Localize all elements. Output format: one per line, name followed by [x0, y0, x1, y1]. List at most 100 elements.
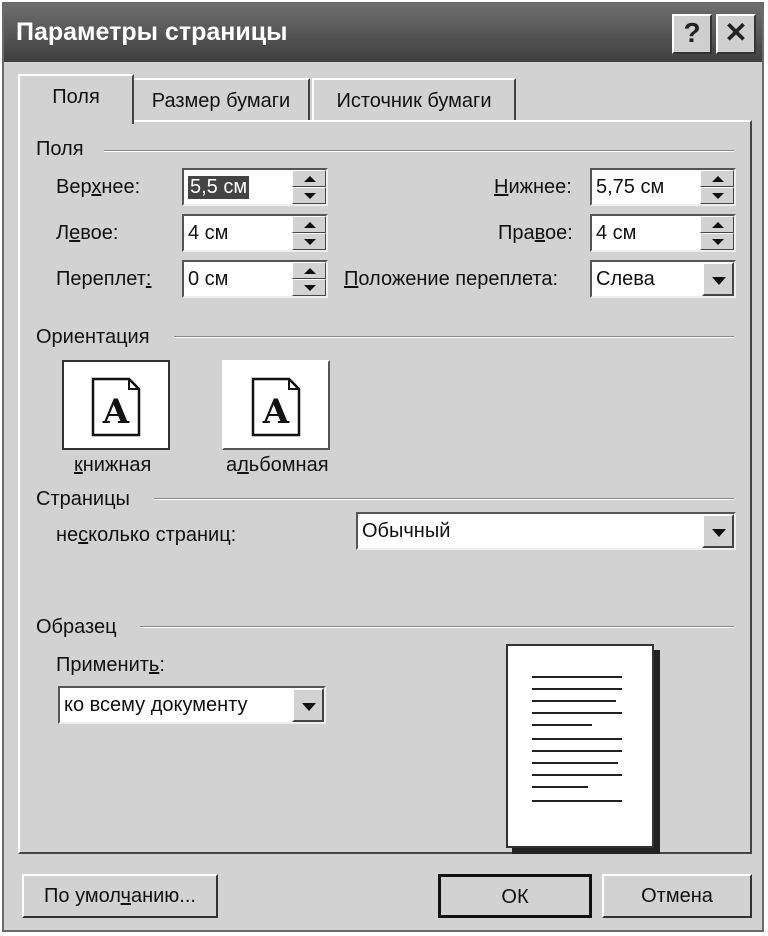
label-accel: в: [534, 222, 546, 244]
preview-line: [532, 688, 622, 690]
label-part: нижная: [82, 454, 152, 476]
label-accel: к: [74, 454, 83, 476]
portrait-option[interactable]: A: [62, 360, 170, 450]
top-margin-spinner[interactable]: 5,5 см: [182, 168, 328, 206]
preview-line: [532, 712, 622, 714]
pages-divider: [154, 498, 734, 500]
close-icon: ✕: [724, 17, 748, 48]
top-margin-value: 5,5 см: [188, 176, 250, 199]
landscape-option[interactable]: A: [222, 360, 330, 450]
spin-down-icon[interactable]: [292, 279, 326, 296]
label-part: колько страниц:: [88, 524, 237, 546]
label-accel: е: [69, 222, 81, 244]
label-part: нее:: [101, 176, 141, 198]
margins-group-label: Поля: [36, 138, 92, 161]
spin-up-icon[interactable]: [292, 216, 326, 233]
title-bar[interactable]: Параметры страницы ? ✕: [4, 4, 762, 62]
pages-group-label: Страницы: [36, 488, 138, 511]
tab-paper-size-label: Размер бумаги: [151, 90, 291, 112]
spin-down-icon[interactable]: [700, 233, 734, 250]
spin-down-icon[interactable]: [292, 233, 326, 250]
spin-up-icon[interactable]: [292, 262, 326, 279]
preview-line: [532, 786, 588, 788]
label-accel: П: [344, 268, 359, 290]
label-part: Применит: [56, 654, 149, 676]
left-margin-spinner[interactable]: 4 см: [182, 214, 328, 252]
top-margin-label: Верхнее:: [56, 176, 140, 199]
landscape-label: альбомная: [226, 454, 329, 477]
label-part: Пра: [498, 222, 535, 244]
tab-paper-source[interactable]: Источник бумаги: [312, 78, 516, 122]
left-margin-label: Левое:: [56, 222, 118, 245]
spin-up-icon[interactable]: [700, 170, 734, 187]
ok-button[interactable]: ОК: [438, 874, 592, 918]
portrait-page-icon: A: [91, 377, 141, 437]
label-part: Переплет: [56, 268, 146, 290]
right-margin-spin[interactable]: [700, 216, 734, 250]
gutter-spinner[interactable]: 0 см: [182, 260, 328, 298]
sample-group-label: Образец: [36, 616, 125, 639]
label-part: не: [56, 524, 79, 546]
tab-margins[interactable]: Поля: [18, 74, 134, 124]
chevron-down-icon[interactable]: [292, 688, 324, 722]
label-accel: л: [237, 454, 249, 476]
tab-paper-source-label: Источник бумаги: [336, 90, 492, 112]
tab-margins-label: Поля: [52, 86, 100, 108]
label-part: :: [159, 654, 165, 676]
cancel-button[interactable]: Отмена: [602, 874, 752, 918]
help-icon: ?: [683, 17, 701, 48]
preview-line: [532, 750, 622, 752]
help-button[interactable]: ?: [672, 14, 712, 54]
label-part: а: [226, 454, 238, 476]
sample-divider: [140, 626, 734, 628]
apply-to-select[interactable]: ко всему документу: [58, 686, 326, 724]
right-margin-value: 4 см: [596, 222, 637, 244]
preview-line: [532, 676, 622, 678]
tab-paper-size[interactable]: Размер бумаги: [132, 78, 310, 122]
bottom-margin-label: Нижнее:: [494, 176, 572, 199]
label-part: ьбомная: [248, 454, 329, 476]
preview-line: [532, 724, 592, 726]
gutter-position-label: Положение переплета:: [344, 268, 558, 291]
label-part: По умол: [44, 885, 121, 907]
chevron-down-icon[interactable]: [702, 514, 734, 548]
label-accel: Н: [494, 176, 509, 198]
spin-up-icon[interactable]: [700, 216, 734, 233]
label-part: анию...: [130, 885, 196, 907]
multiple-pages-select[interactable]: Обычный: [356, 512, 736, 550]
label-accel: х: [91, 176, 102, 198]
gutter-value: 0 см: [188, 268, 229, 290]
bottom-margin-spinner[interactable]: 5,75 см: [590, 168, 736, 206]
gutter-label: Переплет:: [56, 268, 151, 291]
right-margin-spinner[interactable]: 4 см: [590, 214, 736, 252]
gutter-spin[interactable]: [292, 262, 326, 296]
cancel-label: Отмена: [641, 885, 713, 907]
default-button[interactable]: По умолчанию...: [22, 874, 218, 918]
landscape-glyph: A: [262, 392, 290, 432]
landscape-page-icon: A: [251, 377, 301, 437]
apply-to-label: Применить:: [56, 654, 165, 677]
label-accel: ь: [148, 654, 160, 676]
label-part: оложение переплета:: [358, 268, 559, 290]
ok-label: ОК: [501, 886, 529, 908]
portrait-label: книжная: [74, 454, 151, 477]
orientation-group-label: Ориентация: [36, 326, 158, 349]
label-part: ое:: [545, 222, 573, 244]
label-part: вое:: [80, 222, 119, 244]
close-button[interactable]: ✕: [716, 14, 756, 54]
multiple-pages-label: несколько страниц:: [56, 524, 236, 547]
chevron-down-icon[interactable]: [702, 262, 734, 296]
left-margin-value: 4 см: [188, 222, 229, 244]
left-margin-spin[interactable]: [292, 216, 326, 250]
spin-up-icon[interactable]: [292, 170, 326, 187]
spin-down-icon[interactable]: [292, 187, 326, 204]
spin-down-icon[interactable]: [700, 187, 734, 204]
bottom-margin-spin[interactable]: [700, 170, 734, 204]
top-margin-spin[interactable]: [292, 170, 326, 204]
gutter-position-select[interactable]: Слева: [590, 260, 736, 298]
page-preview: [506, 644, 654, 848]
dialog-title: Параметры страницы: [16, 18, 288, 46]
label-part: Вер: [56, 176, 92, 198]
preview-line: [532, 762, 618, 764]
multiple-pages-value: Обычный: [362, 520, 451, 542]
